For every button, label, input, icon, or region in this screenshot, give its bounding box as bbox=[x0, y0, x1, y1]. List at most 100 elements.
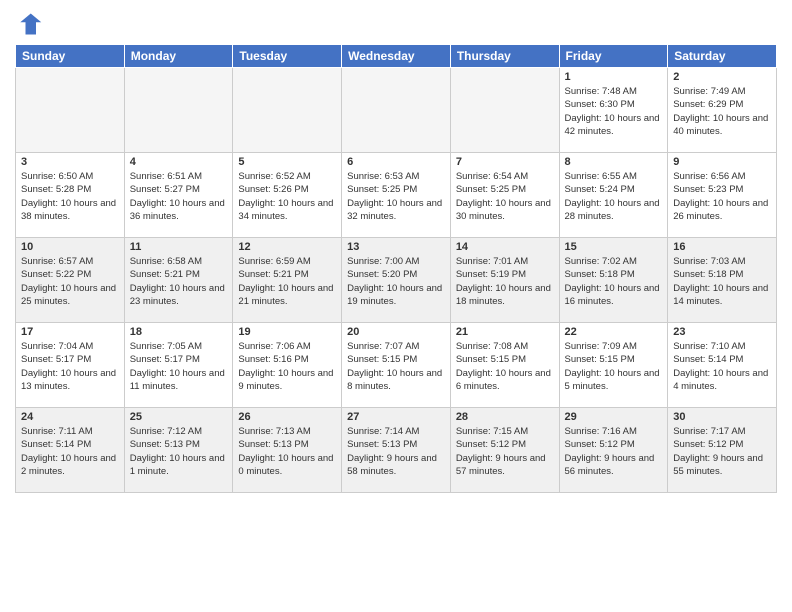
logo-icon bbox=[15, 10, 43, 38]
day-info: Sunrise: 7:04 AM Sunset: 5:17 PM Dayligh… bbox=[21, 340, 119, 393]
week-row-1: 3Sunrise: 6:50 AM Sunset: 5:28 PM Daylig… bbox=[16, 153, 777, 238]
day-number: 6 bbox=[347, 156, 445, 168]
day-number: 12 bbox=[238, 241, 336, 253]
calendar-cell: 25Sunrise: 7:12 AM Sunset: 5:13 PM Dayli… bbox=[124, 408, 233, 493]
calendar-cell: 11 Sunrise: 6:58 AM Sunset: 5:21 PM Dayli… bbox=[124, 238, 233, 323]
calendar-cell: 18 Sunrise: 7:05 AM Sunset: 5:17 PM Dayli… bbox=[124, 323, 233, 408]
day-info: Sunrise: 7:11 AM Sunset: 5:14 PM Dayligh… bbox=[21, 425, 119, 478]
day-info: Sunrise: 7:13 AM Sunset: 5:13 PM Dayligh… bbox=[238, 425, 336, 478]
day-number: 20 bbox=[347, 326, 445, 338]
day-info: Sunrise: 7:14 AM Sunset: 5:13 PM Dayligh… bbox=[347, 425, 445, 478]
weekday-wednesday: Wednesday bbox=[342, 45, 451, 68]
day-info: Sunrise: 6:53 AM Sunset: 5:25 PM Dayligh… bbox=[347, 170, 445, 223]
week-row-2: 10 Sunrise: 6:57 AM Sunset: 5:22 PM Dayli… bbox=[16, 238, 777, 323]
calendar-cell bbox=[233, 68, 342, 153]
calendar-cell: 4Sunrise: 6:51 AM Sunset: 5:27 PM Daylig… bbox=[124, 153, 233, 238]
day-number: 29 bbox=[565, 411, 663, 423]
day-number: 27 bbox=[347, 411, 445, 423]
day-info: Sunrise: 6:54 AM Sunset: 5:25 PM Dayligh… bbox=[456, 170, 554, 223]
calendar-cell: 23Sunrise: 7:10 AM Sunset: 5:14 PM Dayli… bbox=[668, 323, 777, 408]
calendar-cell: 8 Sunrise: 6:55 AM Sunset: 5:24 PM Daylig… bbox=[559, 153, 668, 238]
calendar: SundayMondayTuesdayWednesdayThursdayFrid… bbox=[15, 44, 777, 493]
day-number: 23 bbox=[673, 326, 771, 338]
day-info: Sunrise: 7:02 AM Sunset: 5:18 PM Dayligh… bbox=[565, 255, 663, 308]
day-info: Sunrise: 7:08 AM Sunset: 5:15 PM Dayligh… bbox=[456, 340, 554, 393]
calendar-cell: 12 Sunrise: 6:59 AM Sunset: 5:21 PM Dayli… bbox=[233, 238, 342, 323]
day-info: Sunrise: 7:16 AM Sunset: 5:12 PM Dayligh… bbox=[565, 425, 663, 478]
day-number: 28 bbox=[456, 411, 554, 423]
calendar-cell: 19 Sunrise: 7:06 AM Sunset: 5:16 PM Dayli… bbox=[233, 323, 342, 408]
day-info: Sunrise: 7:00 AM Sunset: 5:20 PM Dayligh… bbox=[347, 255, 445, 308]
weekday-thursday: Thursday bbox=[450, 45, 559, 68]
day-info: Sunrise: 6:52 AM Sunset: 5:26 PM Dayligh… bbox=[238, 170, 336, 223]
day-number: 14 bbox=[456, 241, 554, 253]
day-number: 26 bbox=[238, 411, 336, 423]
day-number: 21 bbox=[456, 326, 554, 338]
calendar-cell: 7 Sunrise: 6:54 AM Sunset: 5:25 PM Daylig… bbox=[450, 153, 559, 238]
day-number: 24 bbox=[21, 411, 119, 423]
calendar-cell: 30 Sunrise: 7:17 AM Sunset: 5:12 PM Dayli… bbox=[668, 408, 777, 493]
calendar-cell: 24 Sunrise: 7:11 AM Sunset: 5:14 PM Dayli… bbox=[16, 408, 125, 493]
day-info: Sunrise: 7:05 AM Sunset: 5:17 PM Dayligh… bbox=[130, 340, 228, 393]
day-info: Sunrise: 6:59 AM Sunset: 5:21 PM Dayligh… bbox=[238, 255, 336, 308]
week-row-0: 1Sunrise: 7:48 AM Sunset: 6:30 PM Daylig… bbox=[16, 68, 777, 153]
calendar-cell: 21 Sunrise: 7:08 AM Sunset: 5:15 PM Dayli… bbox=[450, 323, 559, 408]
calendar-cell: 26 Sunrise: 7:13 AM Sunset: 5:13 PM Dayli… bbox=[233, 408, 342, 493]
day-number: 22 bbox=[565, 326, 663, 338]
day-info: Sunrise: 7:49 AM Sunset: 6:29 PM Dayligh… bbox=[673, 85, 771, 138]
day-number: 5 bbox=[238, 156, 336, 168]
day-info: Sunrise: 7:15 AM Sunset: 5:12 PM Dayligh… bbox=[456, 425, 554, 478]
day-number: 2 bbox=[673, 71, 771, 83]
day-info: Sunrise: 7:17 AM Sunset: 5:12 PM Dayligh… bbox=[673, 425, 771, 478]
day-number: 8 bbox=[565, 156, 663, 168]
week-row-3: 17 Sunrise: 7:04 AM Sunset: 5:17 PM Dayli… bbox=[16, 323, 777, 408]
calendar-cell: 17 Sunrise: 7:04 AM Sunset: 5:17 PM Dayli… bbox=[16, 323, 125, 408]
day-number: 7 bbox=[456, 156, 554, 168]
day-number: 17 bbox=[21, 326, 119, 338]
day-info: Sunrise: 7:09 AM Sunset: 5:15 PM Dayligh… bbox=[565, 340, 663, 393]
calendar-cell: 10 Sunrise: 6:57 AM Sunset: 5:22 PM Dayli… bbox=[16, 238, 125, 323]
day-number: 11 bbox=[130, 241, 228, 253]
day-info: Sunrise: 7:01 AM Sunset: 5:19 PM Dayligh… bbox=[456, 255, 554, 308]
day-info: Sunrise: 7:06 AM Sunset: 5:16 PM Dayligh… bbox=[238, 340, 336, 393]
day-info: Sunrise: 6:57 AM Sunset: 5:22 PM Dayligh… bbox=[21, 255, 119, 308]
calendar-cell: 3Sunrise: 6:50 AM Sunset: 5:28 PM Daylig… bbox=[16, 153, 125, 238]
header bbox=[15, 10, 777, 38]
calendar-cell: 5 Sunrise: 6:52 AM Sunset: 5:26 PM Daylig… bbox=[233, 153, 342, 238]
day-number: 19 bbox=[238, 326, 336, 338]
calendar-cell: 22 Sunrise: 7:09 AM Sunset: 5:15 PM Dayli… bbox=[559, 323, 668, 408]
weekday-friday: Friday bbox=[559, 45, 668, 68]
calendar-cell bbox=[16, 68, 125, 153]
day-number: 30 bbox=[673, 411, 771, 423]
calendar-cell: 1Sunrise: 7:48 AM Sunset: 6:30 PM Daylig… bbox=[559, 68, 668, 153]
weekday-sunday: Sunday bbox=[16, 45, 125, 68]
day-info: Sunrise: 7:48 AM Sunset: 6:30 PM Dayligh… bbox=[565, 85, 663, 138]
calendar-cell bbox=[342, 68, 451, 153]
day-info: Sunrise: 7:12 AM Sunset: 5:13 PM Dayligh… bbox=[130, 425, 228, 478]
day-info: Sunrise: 6:56 AM Sunset: 5:23 PM Dayligh… bbox=[673, 170, 771, 223]
day-info: Sunrise: 6:50 AM Sunset: 5:28 PM Dayligh… bbox=[21, 170, 119, 223]
calendar-cell: 13 Sunrise: 7:00 AM Sunset: 5:20 PM Dayli… bbox=[342, 238, 451, 323]
calendar-cell: 20Sunrise: 7:07 AM Sunset: 5:15 PM Dayli… bbox=[342, 323, 451, 408]
calendar-cell: 2 Sunrise: 7:49 AM Sunset: 6:29 PM Daylig… bbox=[668, 68, 777, 153]
logo bbox=[15, 10, 47, 38]
weekday-saturday: Saturday bbox=[668, 45, 777, 68]
weekday-tuesday: Tuesday bbox=[233, 45, 342, 68]
day-number: 15 bbox=[565, 241, 663, 253]
calendar-cell: 9Sunrise: 6:56 AM Sunset: 5:23 PM Daylig… bbox=[668, 153, 777, 238]
weekday-header-row: SundayMondayTuesdayWednesdayThursdayFrid… bbox=[16, 45, 777, 68]
day-number: 16 bbox=[673, 241, 771, 253]
week-row-4: 24 Sunrise: 7:11 AM Sunset: 5:14 PM Dayli… bbox=[16, 408, 777, 493]
day-info: Sunrise: 6:51 AM Sunset: 5:27 PM Dayligh… bbox=[130, 170, 228, 223]
day-info: Sunrise: 6:58 AM Sunset: 5:21 PM Dayligh… bbox=[130, 255, 228, 308]
calendar-cell: 14 Sunrise: 7:01 AM Sunset: 5:19 PM Dayli… bbox=[450, 238, 559, 323]
calendar-cell: 29 Sunrise: 7:16 AM Sunset: 5:12 PM Dayli… bbox=[559, 408, 668, 493]
day-number: 18 bbox=[130, 326, 228, 338]
calendar-cell bbox=[124, 68, 233, 153]
day-info: Sunrise: 6:55 AM Sunset: 5:24 PM Dayligh… bbox=[565, 170, 663, 223]
calendar-cell: 6 Sunrise: 6:53 AM Sunset: 5:25 PM Daylig… bbox=[342, 153, 451, 238]
calendar-cell: 16Sunrise: 7:03 AM Sunset: 5:18 PM Dayli… bbox=[668, 238, 777, 323]
calendar-cell: 15 Sunrise: 7:02 AM Sunset: 5:18 PM Dayli… bbox=[559, 238, 668, 323]
day-number: 10 bbox=[21, 241, 119, 253]
day-number: 13 bbox=[347, 241, 445, 253]
